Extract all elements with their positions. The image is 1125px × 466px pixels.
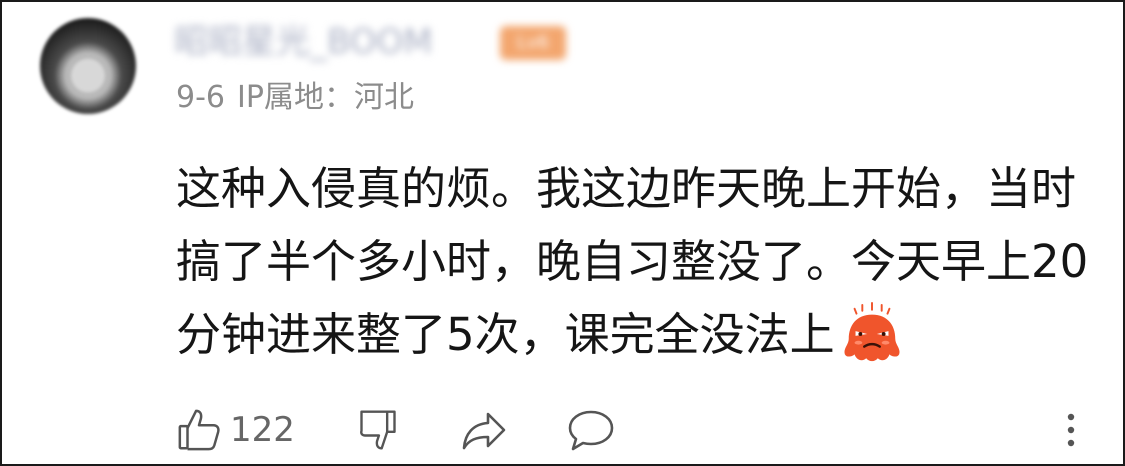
ip-location: IP属地：河北 [237, 80, 414, 115]
like-button[interactable]: 122 [176, 406, 295, 454]
comment-actions: 122 [176, 406, 1090, 454]
reply-button[interactable] [566, 406, 616, 454]
share-button[interactable] [460, 406, 508, 454]
more-options-button[interactable] [1064, 406, 1078, 454]
content-line-1: 这种入侵真的烦。我这边昨天晚上开始，当时 [176, 162, 1077, 215]
thumbs-down-icon [360, 410, 396, 450]
thumbs-up-icon [178, 409, 220, 451]
content-line-2: 搞了半个多小时，晚自习整没了。今天早上20 [176, 235, 1089, 288]
avatar[interactable] [40, 18, 136, 114]
comment-card: 昭昭星光_BOOM Lv6 9-6 IP属地：河北 这种入侵真的烦。我这边昨天晚上… [0, 0, 1125, 466]
content-line-3: 分钟进来整了5次，课完全没法上 [176, 298, 1096, 371]
username[interactable]: 昭昭星光_BOOM [174, 20, 433, 64]
content-line-3-text: 分钟进来整了5次，课完全没法上 [176, 308, 835, 361]
more-vertical-icon [1067, 413, 1075, 447]
share-arrow-icon [462, 412, 506, 450]
comment-bubble-icon [568, 410, 614, 451]
user-level-badge: Lv6 [500, 26, 566, 60]
like-count: 122 [230, 410, 295, 450]
comment-meta: 9-6 IP属地：河北 [176, 78, 414, 118]
angry-blob-emoji [844, 302, 900, 362]
comment-date: 9-6 [176, 80, 225, 115]
dislike-button[interactable] [356, 406, 400, 454]
comment-content: 这种入侵真的烦。我这边昨天晚上开始，当时 搞了半个多小时，晚自习整没了。今天早上… [176, 152, 1096, 371]
